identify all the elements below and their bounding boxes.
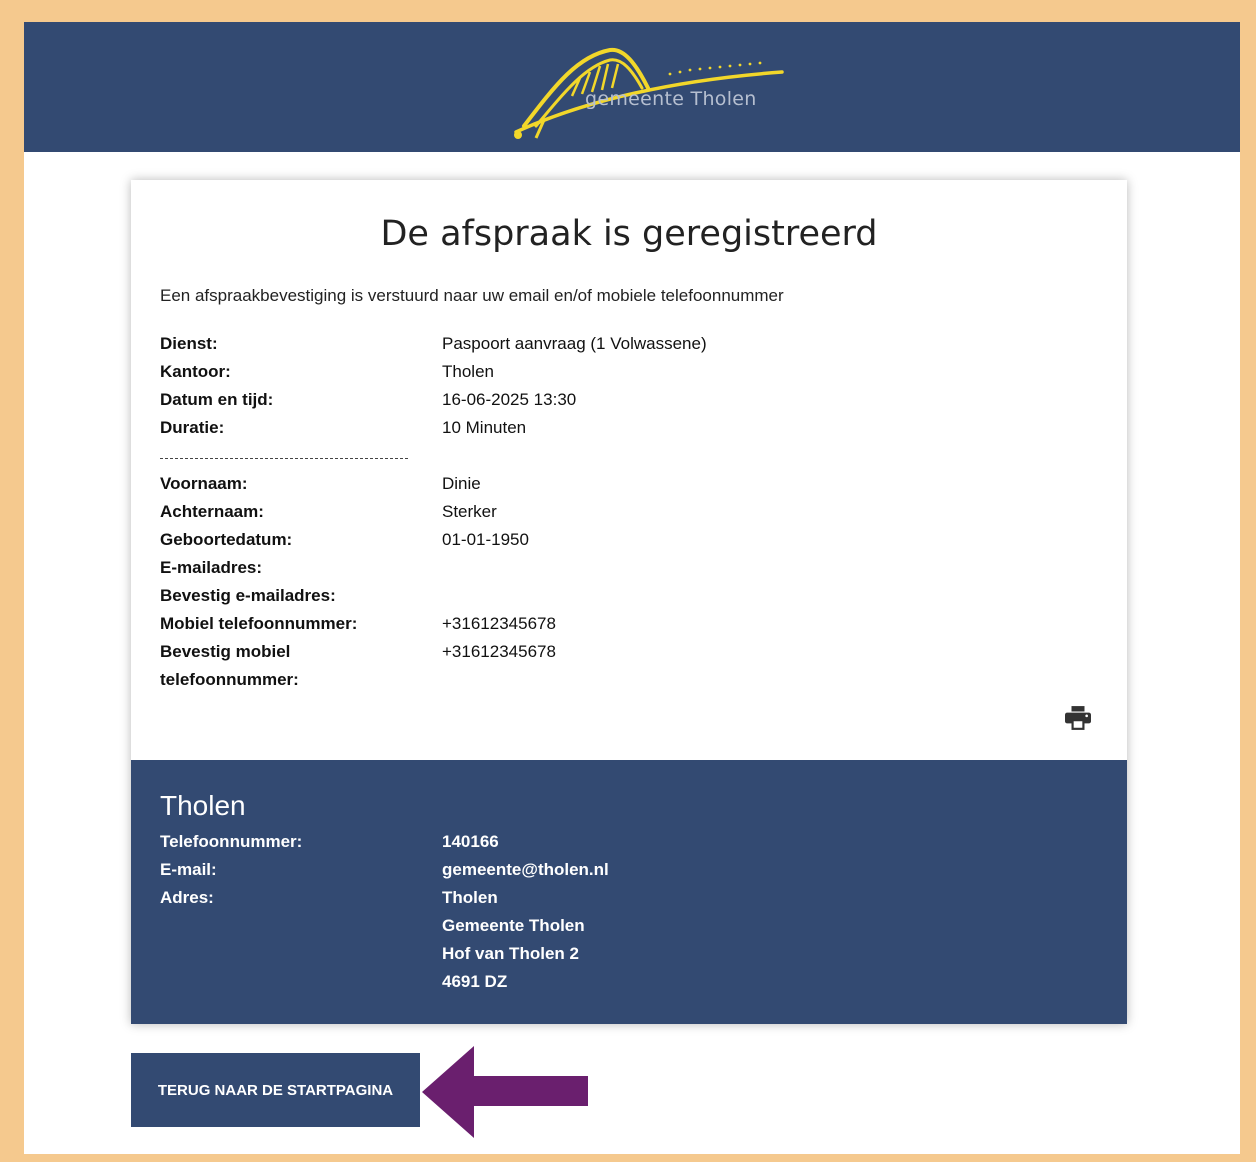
detail-label: telefoonnummer: <box>160 670 299 689</box>
office-label: Telefoonnummer: <box>160 832 303 851</box>
address-line: Hof van Tholen 2 <box>442 944 579 963</box>
office-label: Adres: <box>160 888 214 907</box>
page-title: De afspraak is geregistreerd <box>380 214 878 254</box>
arrow-left-icon <box>422 1046 588 1138</box>
detail-label: Voornaam: <box>160 474 248 493</box>
detail-label: Mobiel telefoonnummer: <box>160 614 358 633</box>
detail-value: Dinie <box>442 474 481 493</box>
detail-value: Tholen <box>442 362 494 381</box>
site-header: gemeente Tholen <box>24 22 1240 152</box>
detail-label: Geboortedatum: <box>160 530 293 549</box>
logo-text: gemeente Tholen <box>585 88 757 110</box>
office-info: Tholen Telefoonnummer: 140166 E-mail: ge… <box>131 760 1127 1024</box>
detail-value: 16-06-2025 13:30 <box>442 390 577 409</box>
section-divider <box>160 458 408 459</box>
confirmation-intro: Een afspraakbevestiging is verstuurd naa… <box>160 286 784 305</box>
detail-label: Datum en tijd: <box>160 390 274 409</box>
back-to-start-button[interactable]: TERUG NAAR DE STARTPAGINA <box>131 1053 420 1127</box>
office-name: Tholen <box>160 790 246 821</box>
address-line: 4691 DZ <box>442 972 508 991</box>
detail-label: Achternaam: <box>160 502 264 521</box>
detail-value: +31612345678 <box>442 642 556 661</box>
office-email[interactable]: gemeente@tholen.nl <box>442 856 609 884</box>
detail-value: 10 Minuten <box>442 418 527 437</box>
detail-label: Bevestig e-mailadres: <box>160 586 336 605</box>
detail-value: 01-01-1950 <box>442 530 529 549</box>
detail-value: Paspoort aanvraag (1 Volwassene) <box>442 334 707 353</box>
detail-label: Duratie: <box>160 418 225 437</box>
detail-label: Bevestig mobiel <box>160 642 291 661</box>
confirmation-card: De afspraak is geregistreerd Een afspraa… <box>131 180 1127 1024</box>
address-line: Gemeente Tholen <box>442 916 585 935</box>
detail-label: Dienst: <box>160 334 218 353</box>
detail-value: +31612345678 <box>442 614 556 633</box>
office-label: E-mail: <box>160 860 217 879</box>
printer-icon[interactable] <box>1065 706 1091 730</box>
page-frame: gemeente Tholen De afspraak is geregistr… <box>24 22 1240 1154</box>
detail-label: Kantoor: <box>160 362 231 381</box>
address-line: Tholen <box>442 888 498 907</box>
detail-value: Sterker <box>442 502 497 521</box>
detail-label: E-mailadres: <box>160 558 263 577</box>
office-phone[interactable]: 140166 <box>442 828 499 856</box>
